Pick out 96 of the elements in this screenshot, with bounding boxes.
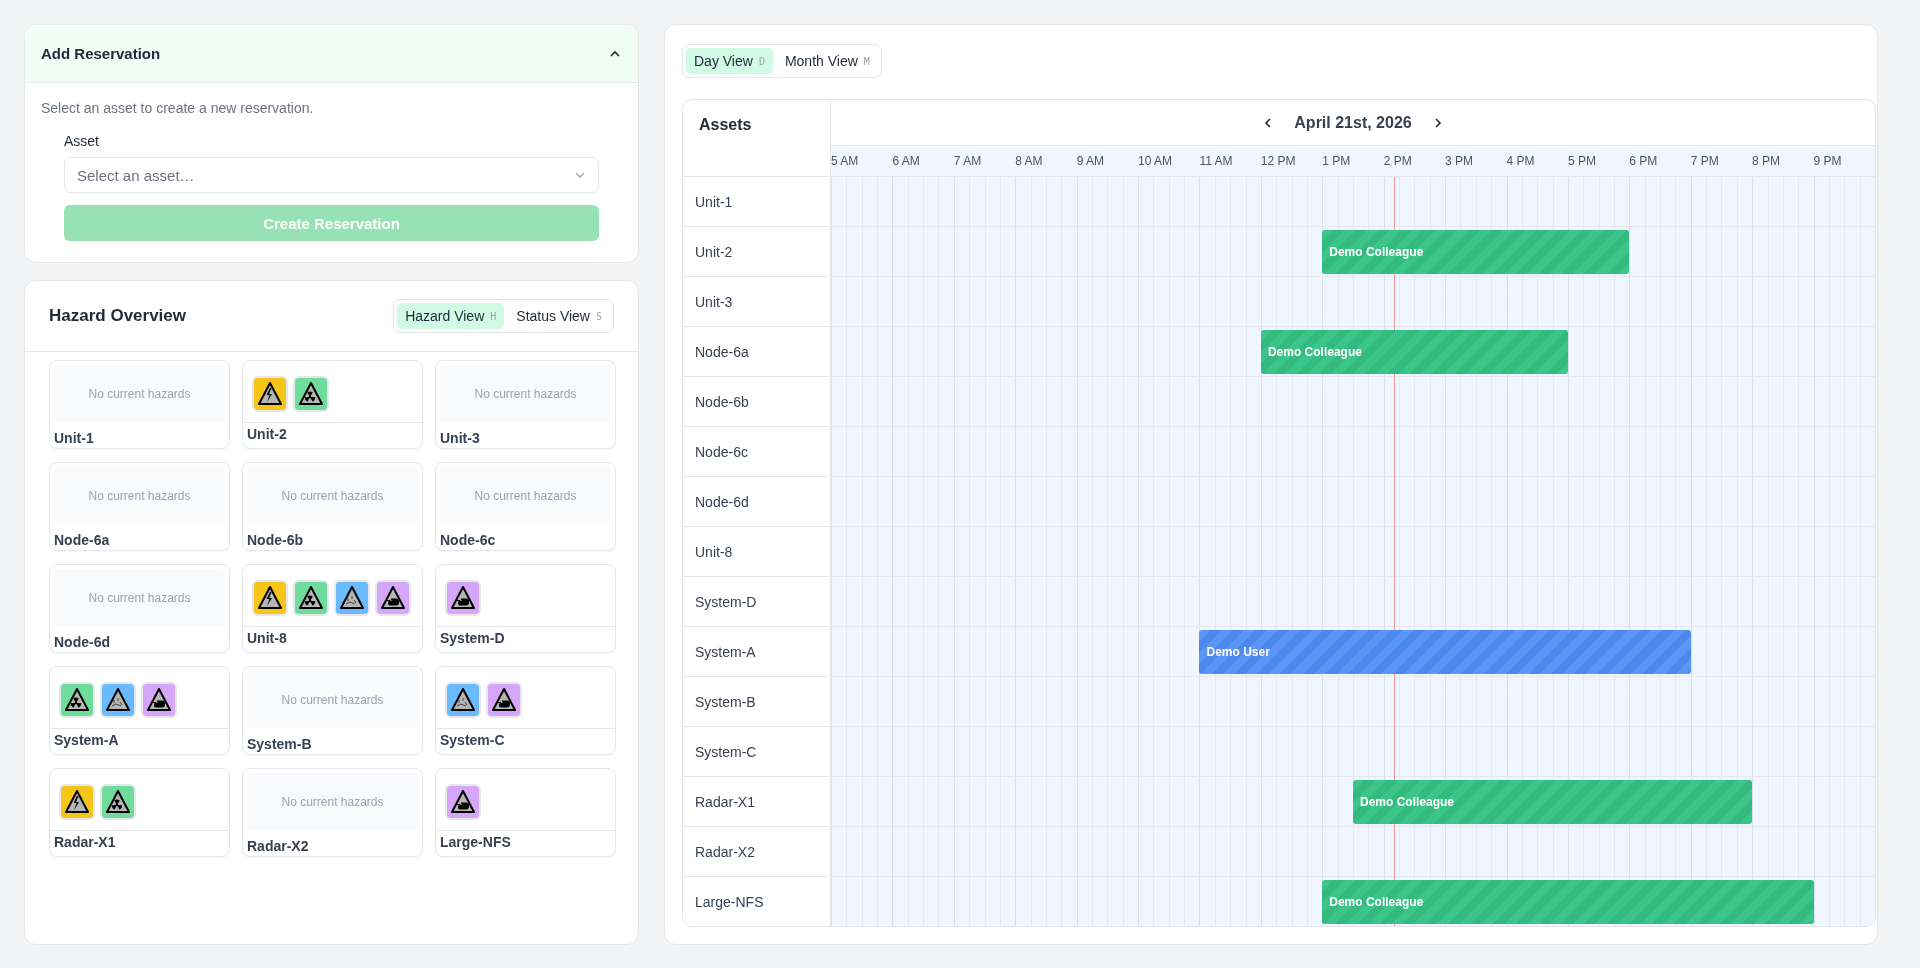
hour-label: 7 AM	[953, 153, 983, 170]
view-tab[interactable]: Hazard View H	[397, 303, 505, 329]
asset-hazard-card[interactable]: Unit-2	[242, 360, 423, 449]
asset-hazard-card[interactable]: System-C	[435, 666, 616, 755]
asset-hazard-card[interactable]: No current hazards Unit-1	[49, 360, 230, 449]
hour-label: 9 AM	[1076, 153, 1105, 170]
radiation-hazard-icon	[58, 681, 96, 719]
lightning-hazard-icon	[58, 783, 96, 821]
hand-hazard-icon	[374, 579, 412, 617]
hour-label: 3 PM	[1445, 153, 1475, 170]
hour-label: 5 PM	[1567, 153, 1597, 170]
empty-hazards-text: No current hazards	[440, 365, 611, 422]
hand-hazard-icon	[444, 783, 482, 821]
asset-row-label: System-B	[683, 677, 830, 727]
column-heading: Assets	[699, 116, 752, 133]
hour-label: 11 AM	[1199, 153, 1234, 170]
hour-label: 10 AM	[1138, 153, 1174, 170]
asset-row-label: Large-NFS	[694, 893, 765, 912]
asset-name: System-D	[439, 629, 506, 646]
lightning-hazard-icon	[251, 375, 289, 413]
hour-label: 1 PM	[1322, 153, 1352, 170]
lightning-hazard-icon	[251, 579, 289, 617]
hour-label: 6 PM	[1629, 153, 1659, 170]
view-tab[interactable]: Day View D	[686, 48, 773, 74]
asset-hazard-card[interactable]: Unit-8	[242, 564, 423, 653]
date-heading: April 21st, 2026	[1294, 113, 1412, 132]
radiation-hazard-icon	[292, 579, 330, 617]
asset-name: Unit-8	[246, 629, 288, 646]
asset-name: Node-6b	[246, 531, 304, 548]
radiation-hazard-icon	[99, 783, 137, 821]
asset-row-label: Unit-3	[683, 277, 830, 327]
empty-hazards-text: No current hazards	[54, 467, 225, 524]
hour-label: 8 AM	[1015, 153, 1044, 170]
hand-hazard-icon	[444, 579, 482, 617]
asset-name: Node-6d	[53, 633, 111, 650]
chemical-hazard-icon	[444, 681, 482, 719]
asset-hazard-card[interactable]: No current hazards Node-6d	[49, 564, 230, 653]
hour-label: 5 AM	[831, 153, 860, 170]
description-text: Select an asset to create a new reservation.	[41, 100, 315, 116]
hour-label: 8 PM	[1752, 153, 1782, 170]
view-tab[interactable]: Month View M	[776, 48, 878, 74]
asset-row-label: Node-6c	[683, 427, 830, 477]
asset-name: Large-NFS	[439, 833, 512, 850]
asset-row-label: System-C	[683, 727, 830, 777]
view-tab[interactable]: Status View S	[508, 303, 610, 329]
asset-hazard-card[interactable]: Radar-X1	[49, 768, 230, 857]
asset-name: Node-6a	[53, 531, 111, 548]
card-title: Add Reservation	[41, 45, 161, 62]
asset-row-label: Node-6b	[683, 377, 830, 427]
asset-row-label: Node-6a	[683, 327, 830, 377]
asset-row-label: Radar-X1	[683, 777, 830, 827]
asset-hazard-card[interactable]: System-A	[49, 666, 230, 755]
hour-label: 2 PM	[1383, 153, 1413, 170]
empty-hazards-text: No current hazards	[54, 569, 225, 626]
asset-name: System-C	[439, 731, 506, 748]
asset-row-label: Unit-1	[683, 177, 830, 227]
field-label: Asset	[64, 133, 100, 149]
asset-hazard-card[interactable]: No current hazards System-B	[242, 666, 423, 755]
asset-name: Unit-1	[53, 429, 95, 446]
empty-hazards-text: No current hazards	[247, 671, 418, 728]
asset-row-label: Unit-8	[683, 527, 830, 577]
asset-hazard-card[interactable]: No current hazards Radar-X2	[242, 768, 423, 857]
asset-hazard-card[interactable]: No current hazards Unit-3	[435, 360, 616, 449]
asset-hazard-card[interactable]: Large-NFS	[435, 768, 616, 857]
empty-hazards-text: No current hazards	[247, 773, 418, 830]
asset-select[interactable]: Select an asset…	[64, 157, 599, 193]
asset-name: System-B	[246, 735, 313, 752]
asset-name: Unit-3	[439, 429, 481, 446]
hand-hazard-icon	[485, 681, 523, 719]
asset-hazard-card[interactable]: No current hazards Node-6b	[242, 462, 423, 551]
asset-hazard-card[interactable]: No current hazards Node-6c	[435, 462, 616, 551]
empty-hazards-text: No current hazards	[440, 467, 611, 524]
card-title: Hazard Overview	[49, 306, 186, 326]
asset-row-label: Radar-X2	[683, 827, 830, 877]
chemical-hazard-icon	[99, 681, 137, 719]
hour-label: 12 PM	[1260, 153, 1297, 170]
asset-name: Radar-X2	[246, 837, 310, 854]
asset-name: System-A	[53, 731, 120, 748]
hour-label: 6 AM	[892, 153, 921, 170]
asset-name: Radar-X1	[53, 833, 117, 850]
hour-label: 7 PM	[1690, 153, 1720, 170]
empty-hazards-text: No current hazards	[247, 467, 418, 524]
radiation-hazard-icon	[292, 375, 330, 413]
chemical-hazard-icon	[333, 579, 371, 617]
empty-hazards-text: No current hazards	[54, 365, 225, 422]
asset-hazard-card[interactable]: System-D	[435, 564, 616, 653]
asset-row-label: System-D	[683, 577, 830, 627]
hand-hazard-icon	[140, 681, 178, 719]
asset-row-label: Unit-2	[683, 227, 830, 277]
asset-name: Unit-2	[246, 425, 288, 442]
asset-row-label: Node-6d	[683, 477, 830, 527]
asset-hazard-card[interactable]: No current hazards Node-6a	[49, 462, 230, 551]
hour-label: 9 PM	[1813, 153, 1843, 170]
asset-row-label: System-A	[683, 627, 830, 677]
hour-label: 4 PM	[1506, 153, 1536, 170]
asset-name: Node-6c	[439, 531, 497, 548]
